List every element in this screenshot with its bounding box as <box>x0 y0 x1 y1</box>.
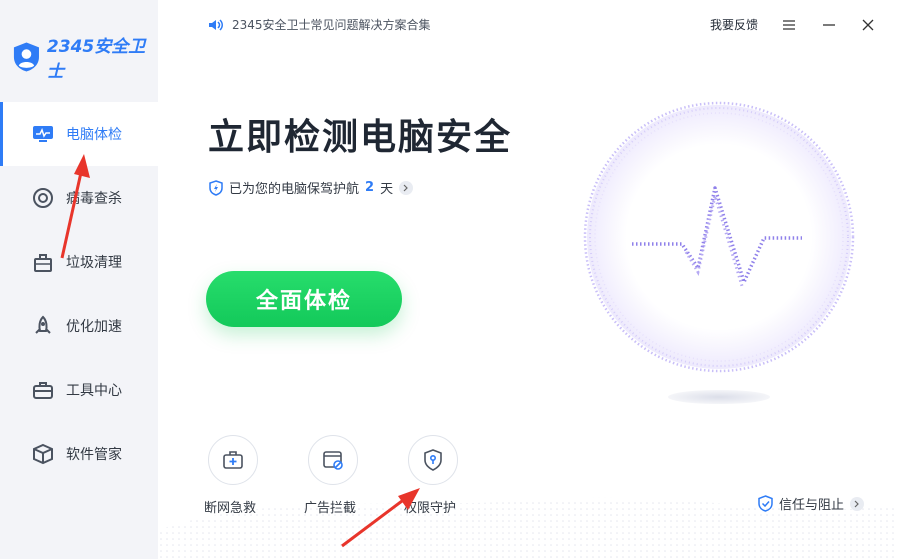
sidebar-item-optimize[interactable]: 优化加速 <box>0 294 158 358</box>
menu-button[interactable] <box>778 14 800 36</box>
box-icon <box>32 443 54 465</box>
chevron-right-icon <box>850 496 865 511</box>
monitor-icon <box>32 123 54 145</box>
minimize-button[interactable] <box>818 14 840 36</box>
first-aid-kit-icon <box>208 435 258 485</box>
sidebar-item-label: 病毒查杀 <box>66 191 122 207</box>
sidebar-item-label: 优化加速 <box>66 319 122 335</box>
sidebar-item-virus-scan[interactable]: 病毒查杀 <box>0 166 158 230</box>
shield-key-icon <box>408 435 458 485</box>
speaker-icon <box>209 18 223 31</box>
chevron-right-icon <box>399 180 414 195</box>
tool-label: 权限守护 <box>404 501 457 516</box>
sidebar-nav: 电脑体检 病毒查杀 垃圾清理 优化加速 工具中心 软件管家 <box>0 102 158 486</box>
shield-bolt-icon <box>209 179 223 196</box>
trust-label: 信任与阻止 <box>779 498 845 513</box>
close-icon <box>862 19 874 31</box>
orb-shadow <box>668 390 770 404</box>
logo-text: 2345安全卫士 <box>46 37 146 82</box>
quick-tools: 断网急救 广告拦截 权限守护 <box>204 435 508 516</box>
rocket-icon <box>32 315 54 337</box>
sidebar: 2345安全卫士 电脑体检 病毒查杀 垃圾清理 优化加速 工具中心 软件管家 <box>0 0 158 559</box>
protection-days-count: 2 <box>365 180 375 195</box>
app-logo: 2345安全卫士 <box>12 32 158 82</box>
scan-orb-graphic <box>583 101 855 373</box>
hamburger-icon <box>783 20 795 30</box>
sidebar-item-label: 工具中心 <box>66 383 122 399</box>
protection-days[interactable]: 已为您的电脑保驾护航 2 天 <box>209 178 414 197</box>
shield-logo-icon <box>13 42 39 72</box>
protection-text: 已为您的电脑保驾护航 <box>229 182 360 197</box>
notice-link[interactable]: 2345安全卫士常见问题解决方案合集 <box>208 16 431 33</box>
sidebar-item-pc-checkup[interactable]: 电脑体检 <box>0 102 158 166</box>
title-bar: 2345安全卫士常见问题解决方案合集 我要反馈 <box>158 0 898 50</box>
tool-label: 断网急救 <box>204 501 257 516</box>
notice-text: 2345安全卫士常见问题解决方案合集 <box>232 18 431 32</box>
protection-days-unit: 天 <box>380 182 394 197</box>
sidebar-item-junk-clean[interactable]: 垃圾清理 <box>0 230 158 294</box>
toolbox-icon <box>32 379 54 401</box>
close-button[interactable] <box>857 14 879 36</box>
sidebar-item-label: 软件管家 <box>66 447 122 463</box>
tool-label: 广告拦截 <box>304 501 357 516</box>
target-icon <box>32 187 54 209</box>
tool-ad-block[interactable]: 广告拦截 <box>304 435 408 516</box>
sidebar-item-tool-center[interactable]: 工具中心 <box>0 358 158 422</box>
full-scan-button[interactable]: 全面体检 <box>206 271 402 327</box>
sidebar-item-label: 电脑体检 <box>66 127 122 143</box>
page-title: 立即检测电脑安全 <box>208 117 513 158</box>
feedback-link[interactable]: 我要反馈 <box>710 16 758 33</box>
sidebar-item-label: 垃圾清理 <box>66 255 122 271</box>
sidebar-item-software-manager[interactable]: 软件管家 <box>0 422 158 486</box>
ad-block-icon <box>308 435 358 485</box>
minimize-icon <box>823 24 835 26</box>
shield-check-icon <box>758 495 773 512</box>
trash-bin-icon <box>32 251 54 273</box>
tool-network-rescue[interactable]: 断网急救 <box>204 435 308 516</box>
tool-permission-guard[interactable]: 权限守护 <box>404 435 508 516</box>
trust-and-block-link[interactable]: 信任与阻止 <box>758 494 865 513</box>
